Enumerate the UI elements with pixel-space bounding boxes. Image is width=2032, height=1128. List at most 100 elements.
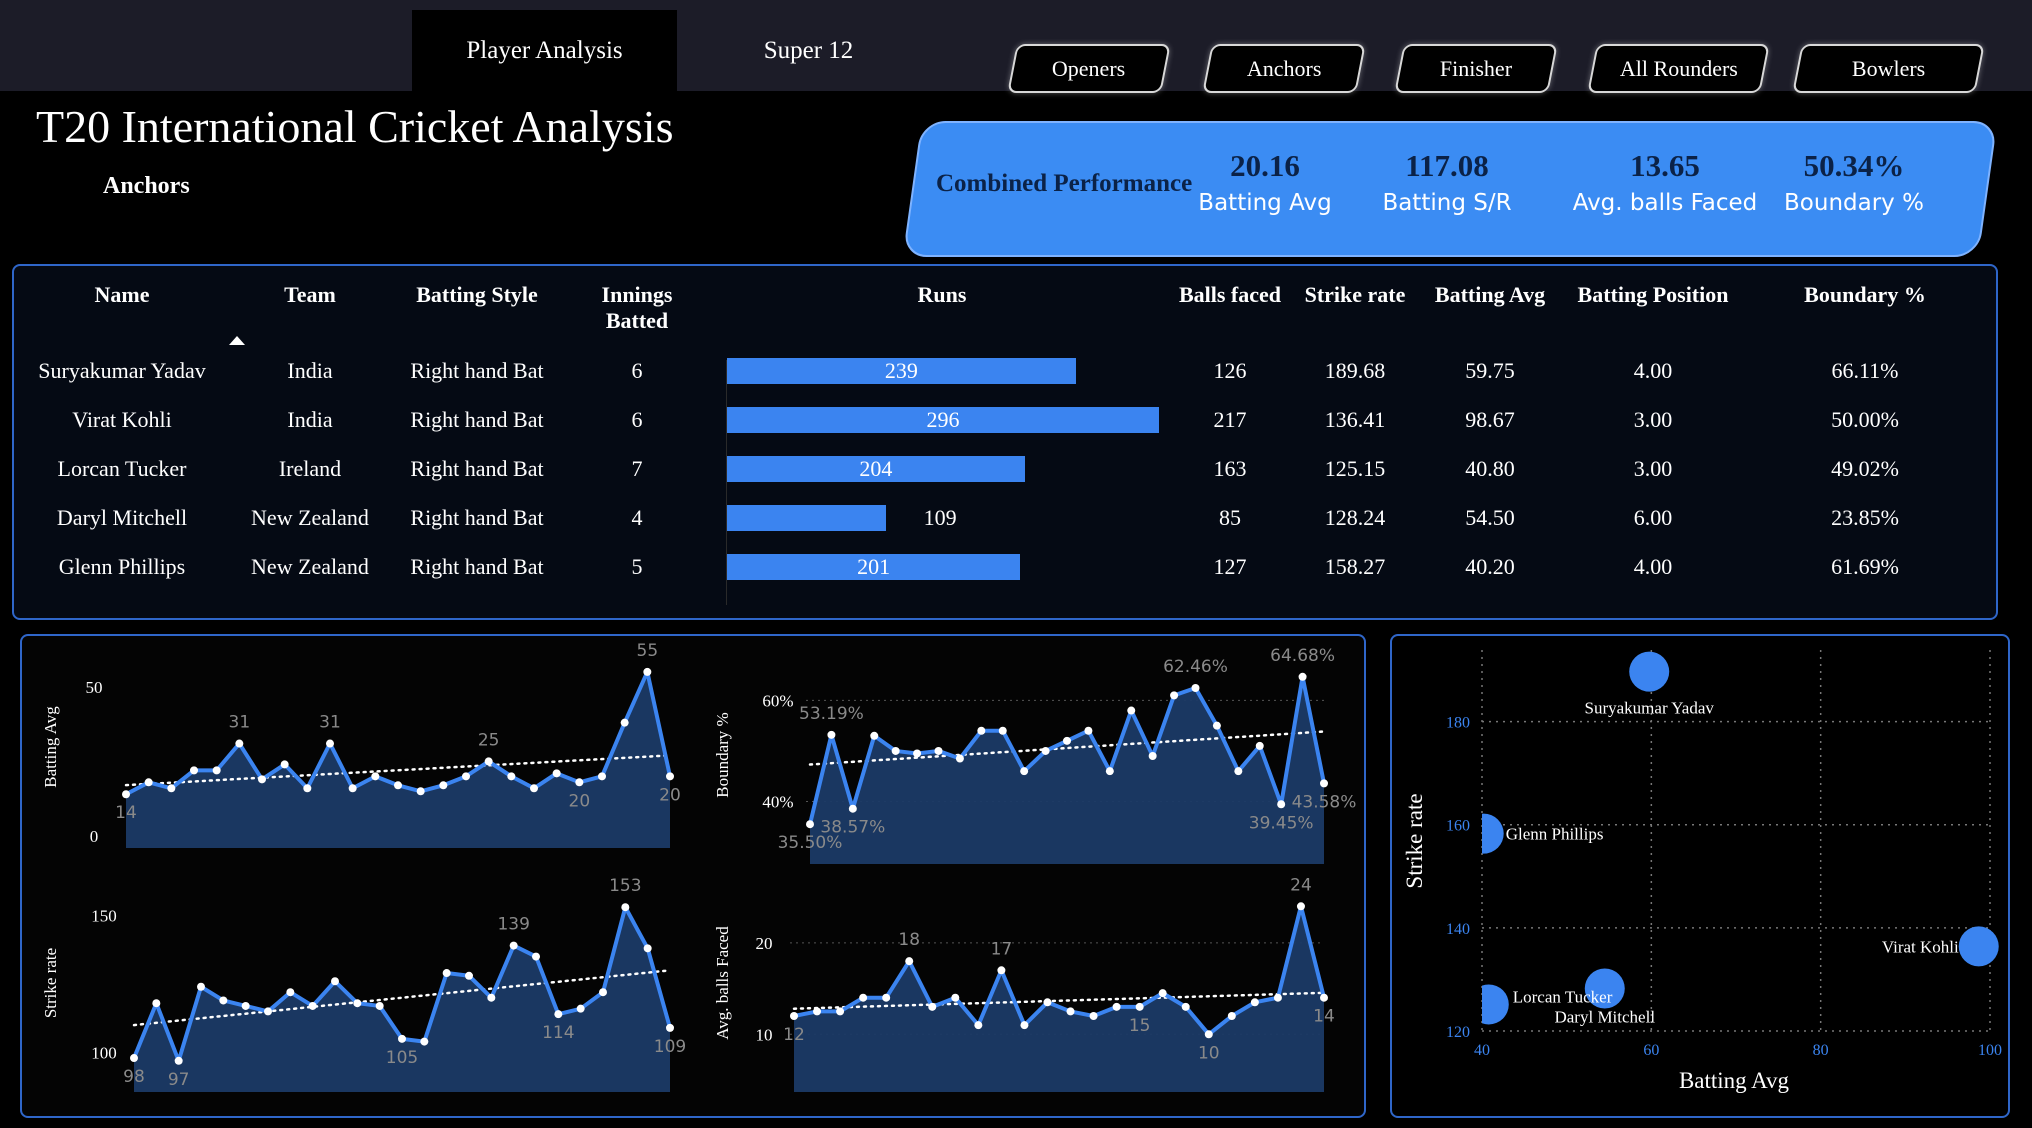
data-point [554,1010,563,1019]
segment-all-rounders[interactable]: All Rounders [1587,44,1770,93]
cell-batting-position: 4.00 [1633,358,1673,383]
data-point [1020,767,1029,776]
tab-player-analysis[interactable]: Player Analysis [412,10,677,91]
data-point [859,993,868,1002]
cell-innings: 6 [631,407,643,432]
data-point [348,784,357,793]
scatter-plot: 40 60 80 100 120 140 160 180 Batting Avg Strike r… [1402,650,2002,1093]
kpi-value: 50.34% [1803,148,1905,183]
x-tick-label: 80 [1813,1042,1829,1059]
segment-finisher[interactable]: Finisher [1394,44,1558,93]
data-point [280,760,289,769]
y-tick-label: 150 [91,906,117,925]
kpi-heading: Combined Performance [936,170,1193,197]
data-point [977,726,986,735]
data-point [955,754,964,763]
trend-charts-panel: 0 50 Batting Avg 14 31 31 25 20 55 20 40% 60% Bounda… [20,634,1366,1118]
kpi-label: Batting S/R [1382,190,1512,216]
segment-label: Openers [1052,55,1126,81]
col-header-batting-style[interactable]: Batting Style [397,282,557,308]
data-label: 62.46% [1163,657,1228,677]
segment-bowlers[interactable]: Bowlers [1792,44,1985,93]
col-header-runs[interactable]: Runs [892,282,992,308]
col-header-strike-rate[interactable]: Strike rate [1295,282,1415,308]
data-label: 43.58% [1292,792,1357,812]
data-label: 105 [386,1048,418,1068]
data-point [666,772,674,781]
data-point [1320,993,1328,1002]
runs-label: 239 [884,358,918,383]
col-header-balls-faced[interactable]: Balls faced [1170,282,1290,308]
kpi-value: 20.16 [1230,148,1300,183]
data-point [509,941,518,950]
data-point [643,944,652,953]
data-label: 20 [569,791,591,811]
cell-batting-avg: 40.80 [1465,456,1515,481]
data-point [827,730,836,739]
data-point [144,778,153,787]
cell-balls-faced: 126 [1213,358,1247,383]
segment-openers[interactable]: Openers [1007,44,1171,93]
cell-innings: 6 [631,358,643,383]
data-label: 10 [1198,1043,1220,1063]
y-axis-title: Strike rate [41,948,60,1018]
area-fill [810,676,1324,864]
data-point [1227,1012,1236,1020]
cell-balls-faced: 217 [1213,407,1247,432]
sort-ascending-icon[interactable] [229,336,245,345]
kpi-value: 117.08 [1405,148,1489,183]
col-header-team[interactable]: Team [250,282,370,308]
col-header-name[interactable]: Name [62,282,182,308]
col-header-innings[interactable]: Innings Batted [587,282,687,334]
segment-label: Anchors [1246,55,1322,81]
scatter-point-label: Lorcan Tucker [1513,987,1613,1006]
trend-chart: 100 150 Strike rate 98 97 105 139 114 153 109 [41,876,686,1092]
data-label: 97 [168,1070,190,1090]
col-header-batting-avg[interactable]: Batting Avg [1425,282,1555,308]
data-label: 31 [229,713,251,733]
data-point [353,999,362,1008]
segment-label: Finisher [1439,55,1513,81]
data-point [1020,1021,1029,1030]
col-header-batting-position[interactable]: Batting Position [1568,282,1738,308]
cell-name: Lorcan Tucker [57,456,187,481]
data-label: 39.45% [1249,813,1314,833]
data-point [484,757,493,766]
cell-balls-faced: 85 [1219,505,1241,530]
data-point [806,820,814,829]
cell-name: Suryakumar Yadav [38,358,206,383]
data-point [1043,998,1052,1007]
cell-batting-position: 4.00 [1633,554,1673,579]
y-tick-label: 50 [86,678,103,697]
data-point [1296,902,1305,911]
data-point [1066,1007,1075,1016]
data-point [532,952,540,961]
data-point [212,766,221,775]
col-header-boundary-pct[interactable]: Boundary % [1790,282,1940,308]
data-point [235,739,244,748]
y-tick-label: 40% [762,792,793,811]
data-label: 55 [637,641,659,661]
cell-strike-rate: 158.27 [1324,554,1386,579]
data-label: 109 [654,1037,686,1057]
data-point [122,790,130,799]
segment-anchors[interactable]: Anchors [1202,44,1366,93]
x-tick-label: 60 [1643,1042,1659,1059]
data-point [621,903,630,912]
data-label: 139 [497,915,529,935]
data-label: 18 [898,930,920,950]
data-label: 15 [1129,1016,1151,1036]
data-point [934,746,943,755]
cell-batting-avg: 40.20 [1465,554,1515,579]
segment-label: All Rounders [1619,55,1738,81]
data-point [974,1021,983,1030]
tab-super-12[interactable]: Super 12 [676,10,941,91]
data-point [416,787,425,796]
cell-batting-style: Right hand Bat [410,407,544,432]
data-label: 14 [115,803,137,823]
runs-label: 201 [857,554,891,579]
kpi-avg-balls-faced: 13.65 Avg. balls Faced [1572,148,1758,216]
data-point [790,1012,798,1020]
scatter-bubble [1629,651,1670,692]
data-label: 14 [1313,1007,1335,1027]
